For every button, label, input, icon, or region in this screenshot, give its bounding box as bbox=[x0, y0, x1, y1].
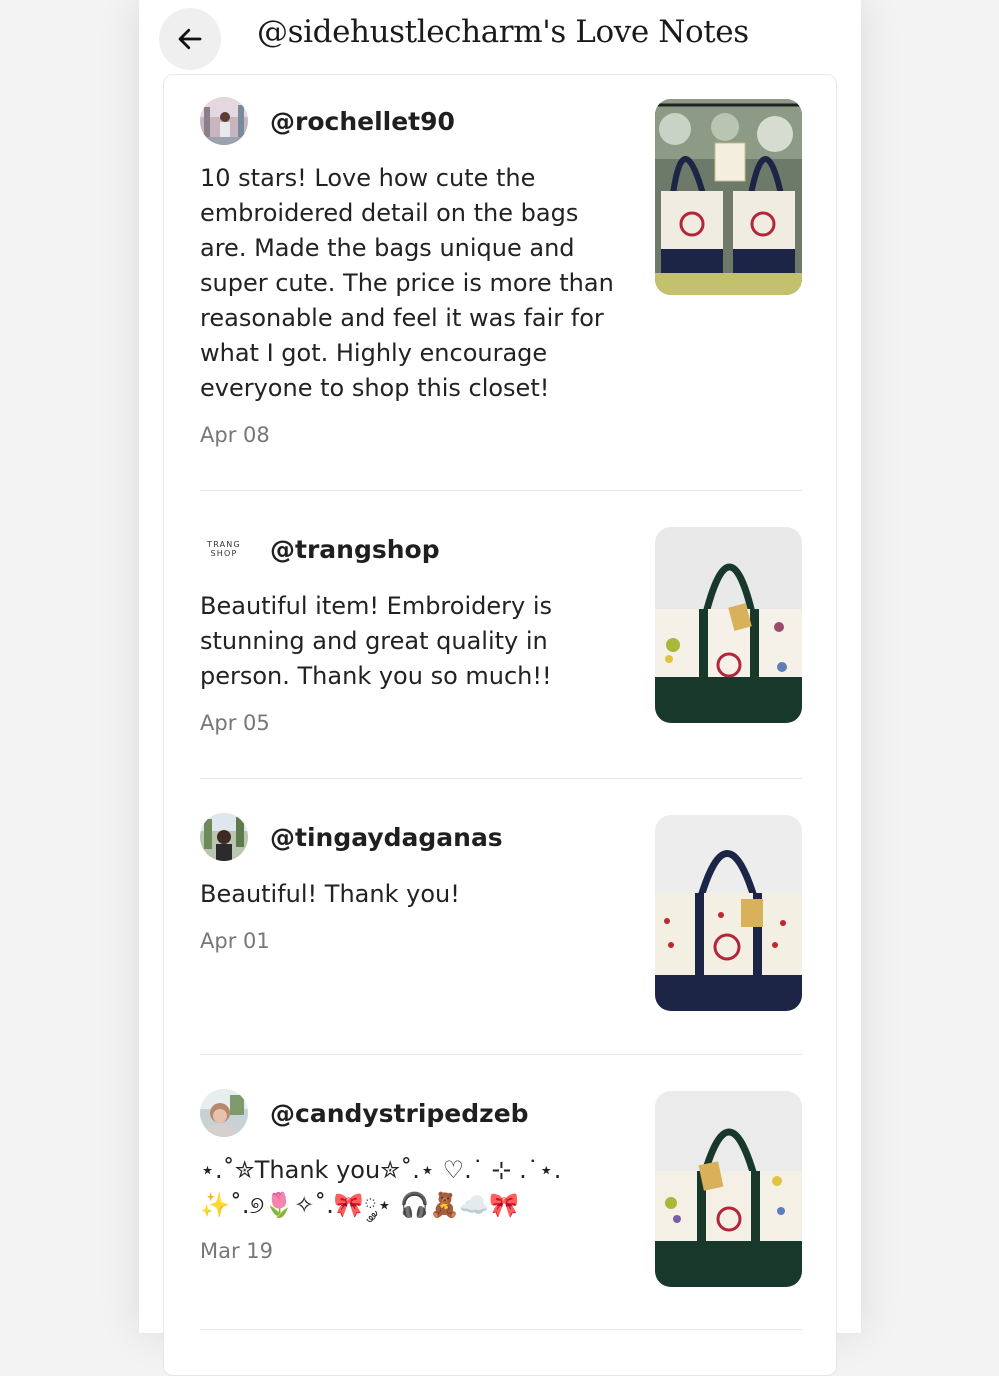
note-text-line: ✨˚.୭🌷✧˚.🎀༘⋆ 🎧🧸☁️🎀 bbox=[200, 1191, 520, 1219]
note-date: Mar 19 bbox=[200, 1239, 274, 1263]
avatar-logo-text: SHOP bbox=[210, 549, 238, 558]
page-title: @sidehustlecharm's Love Notes bbox=[257, 14, 749, 50]
app-screen: @sidehustlecharm's Love Notes @rochellet… bbox=[139, 0, 861, 1376]
avatar-logo-text: TRANG bbox=[207, 540, 241, 549]
note-text: 10 stars! Love how cute the embroidered … bbox=[200, 164, 614, 402]
note-user[interactable]: TRANG SHOP @trangshop bbox=[200, 525, 440, 573]
back-button[interactable] bbox=[159, 8, 221, 70]
arrow-left-icon bbox=[178, 28, 202, 50]
username: @candystripedzeb bbox=[270, 1098, 529, 1128]
header: @sidehustlecharm's Love Notes bbox=[139, 0, 861, 76]
avatar bbox=[200, 813, 248, 861]
listing-photo[interactable] bbox=[655, 99, 802, 295]
username: @tingaydaganas bbox=[270, 822, 503, 852]
avatar: TRANG SHOP bbox=[200, 525, 248, 573]
divider bbox=[200, 490, 802, 491]
listing-photo[interactable] bbox=[655, 815, 802, 1011]
avatar bbox=[200, 1089, 248, 1137]
love-note: @rochellet90 10 stars! Love how cute the… bbox=[200, 97, 802, 457]
listing-photo[interactable] bbox=[655, 527, 802, 723]
love-notes-list: @rochellet90 10 stars! Love how cute the… bbox=[163, 74, 837, 1376]
love-note: @candystripedzeb ⋆.˚✮Thank you✮˚.⋆ ♡.˙ ⊹… bbox=[200, 1089, 802, 1319]
note-date: Apr 01 bbox=[200, 929, 270, 953]
username: @rochellet90 bbox=[270, 106, 455, 136]
note-text: Beautiful! Thank you! bbox=[200, 880, 460, 908]
love-note: TRANG SHOP @trangshop Beautiful item! Em… bbox=[200, 525, 802, 755]
note-text: Beautiful item! Embroidery is stunning a… bbox=[200, 592, 552, 690]
note-date: Apr 08 bbox=[200, 423, 270, 447]
note-text-line: ⋆.˚✮Thank you✮˚.⋆ ♡.˙ ⊹ .˙⋆. bbox=[200, 1156, 562, 1184]
note-user[interactable]: @tingaydaganas bbox=[200, 813, 503, 861]
divider bbox=[200, 1054, 802, 1055]
note-text: ⋆.˚✮Thank you✮˚.⋆ ♡.˙ ⊹ .˙⋆. ✨˚.୭🌷✧˚.🎀༘⋆… bbox=[200, 1153, 620, 1223]
note-user[interactable]: @candystripedzeb bbox=[200, 1089, 529, 1137]
divider bbox=[200, 1329, 802, 1330]
username: @trangshop bbox=[270, 534, 440, 564]
avatar bbox=[200, 97, 248, 145]
listing-photo[interactable] bbox=[655, 1091, 802, 1287]
note-date: Apr 05 bbox=[200, 711, 270, 735]
note-user[interactable]: @rochellet90 bbox=[200, 97, 455, 145]
divider bbox=[200, 778, 802, 779]
love-note: @tingaydaganas Beautiful! Thank you! Apr… bbox=[200, 813, 802, 1013]
